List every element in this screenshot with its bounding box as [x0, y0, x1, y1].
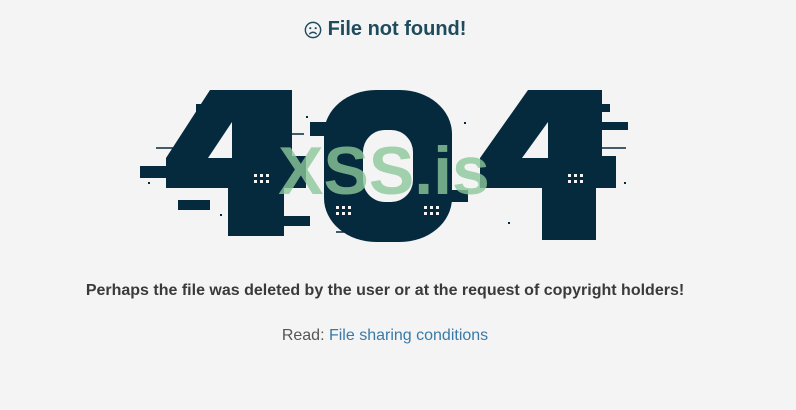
- error-message: Perhaps the file was deleted by the user…: [85, 282, 685, 299]
- file-sharing-conditions-link[interactable]: File sharing conditions: [329, 327, 488, 344]
- illustration-digits: 404: [384, 247, 388, 248]
- watermark-text: XSS.is: [278, 133, 490, 209]
- sad-face-icon: [304, 21, 321, 38]
- read-prefix: Read:: [281, 327, 329, 344]
- digit-four-right: [480, 90, 628, 240]
- error-page: File not found! 404 XSS.is Perhaps the f…: [0, 0, 796, 410]
- page-title: File not found!: [0, 18, 770, 41]
- error-404-illustration: 404 XSS.is: [140, 90, 628, 248]
- page-title-text: File not found!: [327, 18, 467, 40]
- read-line: Read: File sharing conditions: [0, 327, 770, 345]
